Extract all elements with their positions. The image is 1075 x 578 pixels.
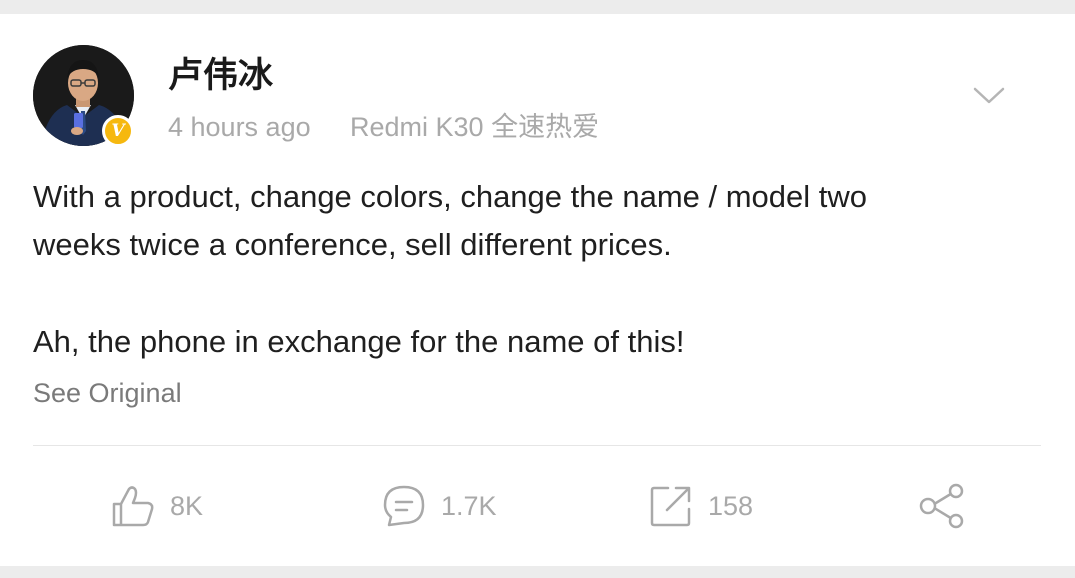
comment-count: 1.7K <box>441 491 497 521</box>
like-button[interactable]: 8K <box>110 482 203 530</box>
comment-button[interactable]: 1.7K <box>381 482 497 530</box>
repost-button[interactable]: 158 <box>648 482 753 530</box>
post-text-line: weeks twice a conference, sell different… <box>33 227 672 262</box>
thumbs-up-icon <box>112 486 154 527</box>
like-count: 8K <box>170 491 204 521</box>
repost-count: 158 <box>708 491 754 521</box>
post-text-line: Ah, the phone in exchange for the name o… <box>33 324 685 359</box>
repost-icon <box>650 486 691 527</box>
chevron-down-icon[interactable] <box>970 80 1008 110</box>
post-time: 4 hours ago <box>168 112 311 142</box>
see-original-link[interactable]: See Original <box>33 376 182 410</box>
author-name[interactable]: 卢伟冰 <box>168 54 273 98</box>
post-card: V 卢伟冰 4 hours ago Redmi K30 全速热爱 With a … <box>0 14 1075 566</box>
share-icon <box>919 483 964 529</box>
verified-icon: V <box>102 115 134 147</box>
comment-icon <box>383 485 425 527</box>
post-text-line: With a product, change colors, change th… <box>33 179 868 214</box>
post-source: Redmi K30 全速热爱 <box>350 112 600 142</box>
share-button[interactable] <box>918 482 966 530</box>
divider <box>33 445 1041 446</box>
